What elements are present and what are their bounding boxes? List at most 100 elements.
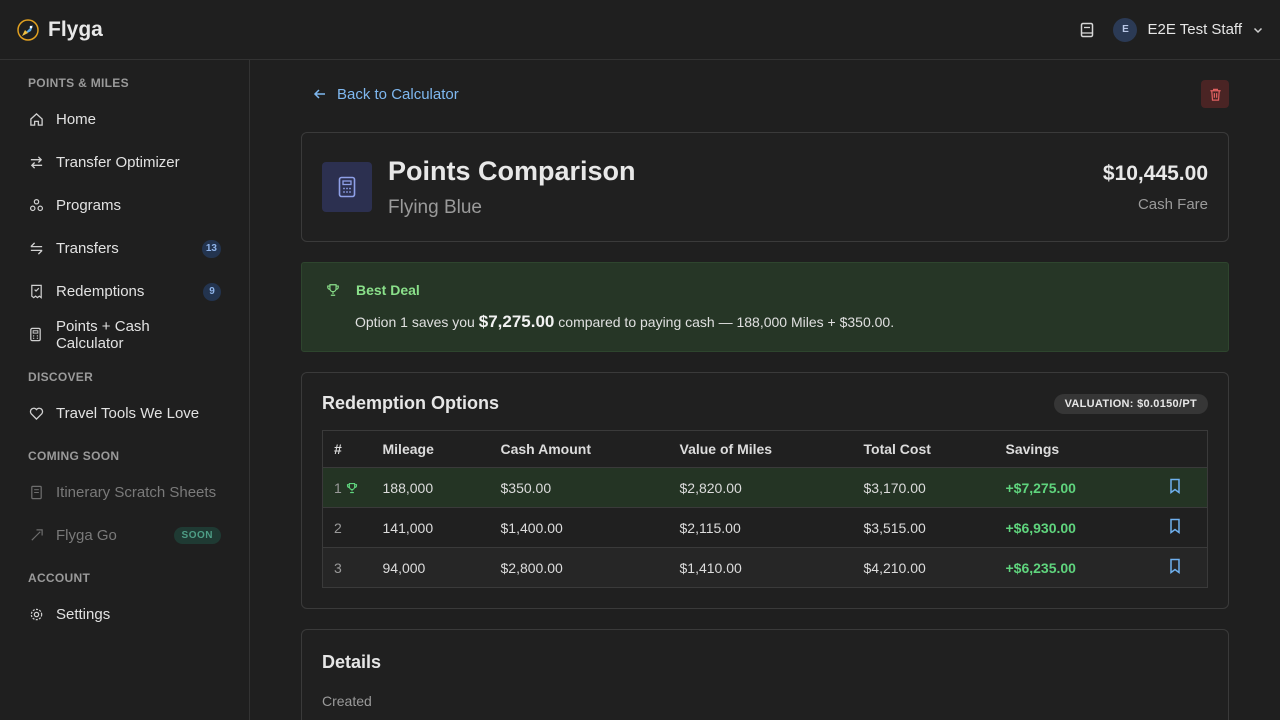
receipt-icon (28, 284, 44, 300)
col-cash-amount: Cash Amount (489, 430, 669, 468)
total-cell: $3,515.00 (852, 507, 995, 548)
mileage-cell: 94,000 (371, 547, 490, 588)
sidebar-item-label: Itinerary Scratch Sheets (56, 484, 217, 501)
program-name: Flying Blue (388, 196, 482, 218)
back-label: Back to Calculator (337, 85, 459, 103)
sidebar-item-label: Home (56, 111, 97, 128)
savings-cell: +$6,235.00 (994, 547, 1145, 588)
total-cell: $3,170.00 (852, 467, 995, 508)
heart-icon (28, 406, 44, 422)
bookmark-button[interactable] (1168, 558, 1184, 574)
table-row: 3 94,000 $2,800.00 $1,410.00 $4,210.00 +… (322, 547, 1208, 588)
valuation-badge: VALUATION: $0.0150/PT (1053, 393, 1208, 414)
sidebar-item-label: Transfer Optimizer (56, 154, 180, 171)
page-title: Points Comparison (388, 155, 636, 186)
row-number: 2 (322, 507, 372, 548)
sidebar-item-label: Transfers (56, 240, 119, 257)
transfers-icon (28, 241, 44, 257)
trophy-icon (346, 482, 357, 493)
rocket-icon (28, 528, 44, 544)
user-name: E2E Test Staff (1147, 21, 1242, 38)
row-number: 3 (322, 547, 372, 588)
sidebar-item-settings[interactable]: Settings (28, 593, 221, 636)
col-total-cost: Total Cost (852, 430, 995, 468)
sidebar-item-label: Points + Cash Calculator (55, 317, 150, 352)
row-number: 1 (334, 479, 342, 496)
col-savings: Savings (994, 430, 1145, 468)
rocket-logo-icon (17, 18, 39, 41)
created-label: Created (322, 693, 372, 709)
best-deal-amount: $7,275.00 (478, 312, 555, 331)
cash-cell: $2,800.00 (489, 547, 669, 588)
sidebar-item-programs[interactable]: Programs (28, 184, 221, 227)
bookmark-button[interactable] (1168, 478, 1184, 494)
calculator-tile (322, 162, 372, 212)
actions-cell (1144, 467, 1208, 508)
programs-icon (28, 198, 44, 214)
sidebar-item-home[interactable]: Home (28, 98, 221, 141)
sidebar-item-points-cash-calculator[interactable]: Points + Cash Calculator (28, 313, 221, 356)
comparison-header-card: Points Comparison Flying Blue $10,445.00… (301, 132, 1229, 242)
table-header-row: # Mileage Cash Amount Value of Miles Tot… (322, 430, 1208, 468)
cash-fare-amount: $10,445.00 (1102, 161, 1208, 185)
book-icon-button[interactable] (1075, 18, 1099, 42)
details-card: Details Created (301, 629, 1229, 720)
arrow-left-icon (313, 89, 325, 99)
table-row: 2 141,000 $1,400.00 $2,115.00 $3,515.00 … (322, 507, 1208, 548)
bookmark-button[interactable] (1168, 518, 1184, 534)
table-row: 1 188,000 $350.00 $2,820.00 $3,170.00 +$… (322, 467, 1208, 508)
value-cell: $2,115.00 (668, 507, 853, 548)
book-icon (1081, 22, 1094, 37)
delete-button[interactable] (1201, 80, 1229, 108)
sidebar-item-travel-tools[interactable]: Travel Tools We Love (28, 392, 221, 435)
chevron-down-icon (1253, 27, 1263, 33)
sidebar-item-label: Programs (56, 197, 122, 214)
col-number: # (322, 430, 372, 468)
arrows-icon (28, 155, 44, 171)
gear-icon (28, 607, 44, 623)
redemption-options-title: Redemption Options (322, 393, 499, 413)
sidebar-item-label: Flyga Go (56, 527, 117, 544)
app-name: Flyga (48, 17, 103, 41)
sidebar-item-itinerary-scratch-sheets: Itinerary Scratch Sheets (28, 471, 221, 514)
bookmark-icon (1170, 478, 1180, 494)
actions-cell (1144, 547, 1208, 588)
avatar: E (1113, 17, 1138, 42)
transfers-count-badge: 13 (201, 239, 221, 258)
col-mileage: Mileage (371, 430, 490, 468)
best-deal-prefix: Option 1 saves you (355, 314, 475, 330)
redemption-options-card: Redemption Options VALUATION: $0.0150/PT… (301, 372, 1229, 609)
section-label-points: POINTS & MILES (28, 76, 129, 90)
savings-cell: +$6,930.00 (994, 507, 1145, 548)
trophy-icon (327, 284, 339, 296)
cash-fare-label: Cash Fare (1137, 195, 1208, 213)
mileage-cell: 141,000 (371, 507, 490, 548)
best-deal-text: Option 1 saves you $7,275.00 compared to… (355, 312, 1204, 332)
section-label-coming-soon: COMING SOON (28, 449, 120, 463)
sidebar: POINTS & MILES Home Transfer Optimizer P… (0, 60, 250, 720)
user-menu[interactable]: E E2E Test Staff (1113, 17, 1264, 42)
sidebar-item-flyga-go: Flyga Go SOON (28, 514, 221, 557)
trash-icon (1209, 88, 1221, 101)
main-content: Back to Calculator Points Comparison Fly… (250, 60, 1280, 720)
top-bar: Flyga E E2E Test Staff (0, 0, 1280, 60)
back-to-calculator-link[interactable]: Back to Calculator (313, 86, 459, 103)
calculator-icon (338, 176, 356, 198)
document-icon (28, 485, 44, 501)
sidebar-item-transfers[interactable]: Transfers 13 (28, 227, 221, 270)
col-value-of-miles: Value of Miles (668, 430, 853, 468)
best-deal-banner: Best Deal Option 1 saves you $7,275.00 c… (301, 262, 1229, 352)
redemption-options-table: # Mileage Cash Amount Value of Miles Tot… (322, 430, 1208, 588)
sidebar-item-label: Travel Tools We Love (56, 405, 200, 422)
best-deal-title: Best Deal (356, 282, 420, 298)
brand[interactable]: Flyga (16, 18, 103, 42)
value-cell: $1,410.00 (668, 547, 853, 588)
home-icon (28, 112, 44, 128)
sidebar-item-label: Settings (56, 606, 111, 623)
sidebar-item-transfer-optimizer[interactable]: Transfer Optimizer (28, 141, 221, 184)
sidebar-item-redemptions[interactable]: Redemptions 9 (28, 270, 221, 313)
best-deal-suffix: compared to paying cash — 188,000 Miles … (558, 314, 895, 330)
col-actions (1144, 430, 1208, 468)
value-cell: $2,820.00 (668, 467, 853, 508)
bookmark-icon (1170, 518, 1180, 534)
